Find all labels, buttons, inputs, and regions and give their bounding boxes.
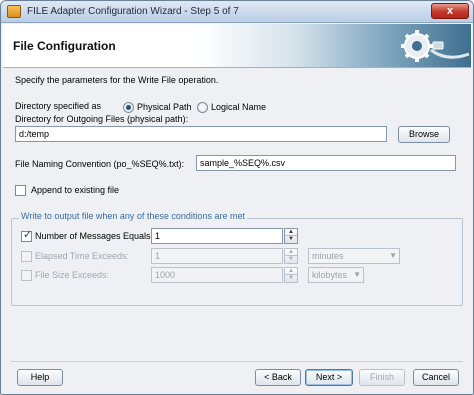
naming-convention-label: File Naming Convention (po_%SEQ%.txt):	[15, 159, 185, 169]
radio-selected-dot	[126, 105, 131, 110]
gear-plug-icon	[401, 30, 470, 62]
chevron-down-icon: ▼	[389, 251, 397, 260]
size-spinner[interactable]: ▲ ▼	[284, 267, 298, 283]
size-label: File Size Exceeds:	[35, 270, 110, 280]
cancel-button[interactable]: Cancel	[413, 369, 459, 386]
size-unit-value: kilobytes	[312, 270, 348, 280]
conditions-group-title: Write to output file when any of these c…	[19, 211, 247, 221]
size-checkbox[interactable]	[21, 270, 32, 281]
messages-input[interactable]: 1	[151, 228, 283, 244]
append-label: Append to existing file	[31, 185, 120, 195]
directory-type-label: Directory specified as	[15, 101, 102, 111]
logical-name-label: Logical Name	[211, 102, 267, 112]
chevron-down-icon: ▼	[353, 270, 361, 279]
next-button[interactable]: Next >	[305, 369, 353, 386]
outgoing-dir-input[interactable]: d:/temp	[15, 126, 387, 142]
elapsed-spinner[interactable]: ▲ ▼	[284, 248, 298, 264]
elapsed-unit-value: minutes	[312, 251, 344, 261]
messages-spinner[interactable]: ▲ ▼	[284, 228, 298, 244]
elapsed-unit-select[interactable]: minutes ▼	[308, 248, 400, 264]
browse-button[interactable]: Browse	[398, 126, 450, 143]
naming-convention-input[interactable]: sample_%SEQ%.csv	[196, 155, 456, 171]
elapsed-checkbox[interactable]	[21, 251, 32, 262]
outgoing-dir-label: Directory for Outgoing Files (physical p…	[15, 114, 189, 124]
size-unit-select[interactable]: kilobytes ▼	[308, 267, 364, 283]
back-button[interactable]: < Back	[255, 369, 301, 386]
checkmark-icon: ✓	[23, 229, 33, 241]
size-input[interactable]: 1000	[151, 267, 283, 283]
footer-divider	[11, 361, 463, 362]
page-title: File Configuration	[13, 39, 116, 53]
spinner-down-icon[interactable]: ▼	[285, 236, 297, 243]
window-title: FILE Adapter Configuration Wizard - Step…	[27, 6, 239, 17]
messages-label: Number of Messages Equals:	[35, 231, 154, 241]
close-button[interactable]: x	[431, 3, 469, 19]
app-icon	[7, 5, 21, 18]
spinner-up-icon[interactable]: ▲	[285, 249, 297, 256]
messages-checkbox[interactable]: ✓	[21, 229, 33, 242]
elapsed-input[interactable]: 1	[151, 248, 283, 264]
page-description: Specify the parameters for the Write Fil…	[15, 75, 219, 85]
wizard-window: FILE Adapter Configuration Wizard - Step…	[0, 0, 474, 395]
spinner-up-icon[interactable]: ▲	[285, 229, 297, 236]
physical-path-radio[interactable]	[123, 102, 134, 113]
physical-path-label: Physical Path	[137, 102, 192, 112]
wizard-banner: File Configuration	[3, 24, 471, 68]
help-button[interactable]: Help	[17, 369, 63, 386]
elapsed-label: Elapsed Time Exceeds:	[35, 251, 130, 261]
spinner-up-icon[interactable]: ▲	[285, 268, 297, 275]
spinner-down-icon[interactable]: ▼	[285, 275, 297, 282]
title-bar: FILE Adapter Configuration Wizard - Step…	[1, 1, 473, 23]
finish-button[interactable]: Finish	[359, 369, 405, 386]
spinner-down-icon[interactable]: ▼	[285, 256, 297, 263]
append-checkbox[interactable]	[15, 185, 26, 196]
logical-name-radio[interactable]	[197, 102, 208, 113]
